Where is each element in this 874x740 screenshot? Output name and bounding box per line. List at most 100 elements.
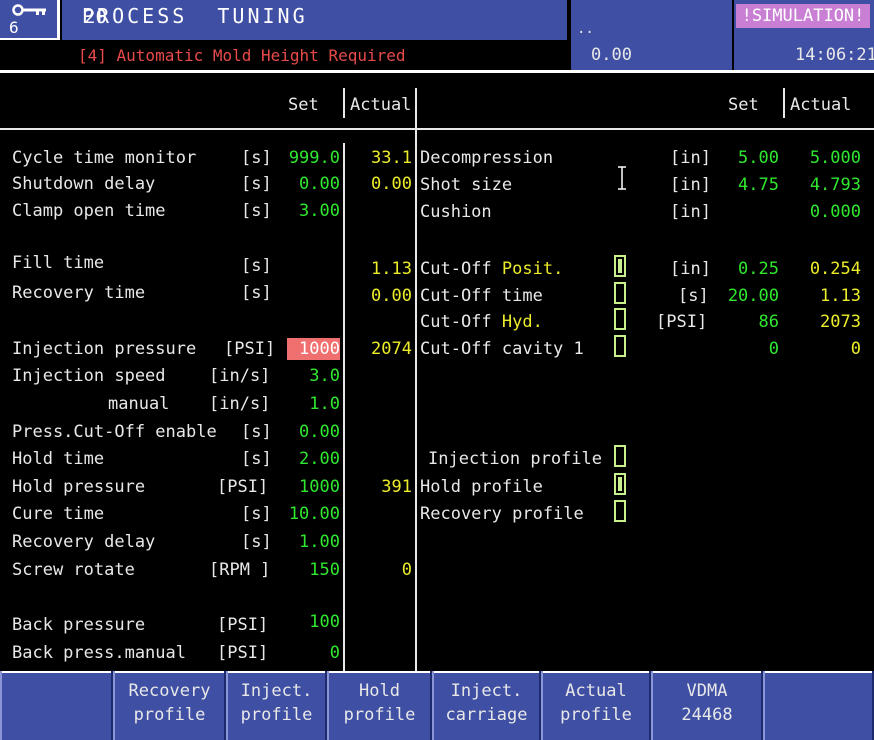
param-set-value[interactable]: 150 xyxy=(309,562,340,579)
header-divider xyxy=(0,70,874,73)
param-set-value[interactable]: 0.25 xyxy=(738,261,779,278)
param-label: Press.Cut-Off enable xyxy=(12,422,217,442)
divider xyxy=(343,143,345,671)
cutoff-posit-checkbox[interactable] xyxy=(614,255,626,277)
param-set-value[interactable]: 100 xyxy=(309,614,340,631)
param-unit: [s] xyxy=(241,256,272,276)
left-actual-header: Actual xyxy=(350,95,412,115)
param-label: Shot size xyxy=(420,175,513,195)
button-line1: Recovery xyxy=(128,681,211,701)
param-unit: [in] xyxy=(670,175,711,195)
param-unit: [PSI] xyxy=(217,477,269,497)
softkey-blank-left[interactable] xyxy=(0,671,113,740)
param-unit: [s] xyxy=(241,201,272,221)
param-label: Recovery time xyxy=(12,283,146,303)
param-set-value[interactable]: 10.00 xyxy=(289,506,340,523)
param-set-value[interactable]: 0.00 xyxy=(299,424,340,441)
param-set-value[interactable]: 0 xyxy=(769,341,779,358)
param-label: manual xyxy=(108,394,170,414)
param-actual-value: 391 xyxy=(381,477,412,497)
status-dots: .. xyxy=(577,21,594,37)
param-set-value[interactable]: 1.00 xyxy=(299,534,340,551)
param-label-text: Cut-Off xyxy=(420,259,502,279)
param-set-value[interactable]: 4.75 xyxy=(738,177,779,194)
param-set-value[interactable]: 5.00 xyxy=(738,150,779,167)
param-actual-value: 2074 xyxy=(371,339,412,359)
param-actual-value: 33.1 xyxy=(371,148,412,168)
param-unit: [s] xyxy=(241,283,272,303)
param-unit: [s] xyxy=(241,504,272,524)
param-unit: [in/s] xyxy=(209,394,271,414)
param-unit: [in] xyxy=(670,202,711,222)
param-label: Hold time xyxy=(12,449,105,469)
vdma-24468-button[interactable]: VDMA 24468 xyxy=(651,671,763,740)
hold-profile-checkbox[interactable] xyxy=(614,473,626,495)
param-set-value[interactable]: 20.00 xyxy=(728,288,779,305)
param-label: Shutdown delay xyxy=(12,174,156,194)
param-actual-value: 0.254 xyxy=(809,259,861,279)
recovery-profile-checkbox[interactable] xyxy=(614,500,626,522)
cutoff-time-checkbox[interactable] xyxy=(614,282,626,304)
clock: 14:06:21 xyxy=(795,45,874,65)
param-label: Cut-Off Posit. xyxy=(420,261,563,278)
inject-carriage-button[interactable]: Inject. carriage xyxy=(432,671,541,740)
button-line2: profile xyxy=(133,705,206,725)
param-label: Cure time xyxy=(12,504,105,524)
param-actual-value: 0 xyxy=(401,560,412,580)
param-set-value[interactable]: 3.00 xyxy=(299,203,340,220)
param-label: Cushion xyxy=(420,202,492,222)
cutoff-hyd-checkbox[interactable] xyxy=(614,308,626,330)
param-actual-value: 0.00 xyxy=(371,174,412,194)
right-actual-header: Actual xyxy=(790,95,852,115)
param-label: Screw rotate xyxy=(12,560,135,580)
param-label: Fill time xyxy=(12,253,105,273)
param-unit: [in] xyxy=(670,148,711,168)
param-set-value[interactable]: 0 xyxy=(330,645,340,662)
status-panel: .. 0.00 xyxy=(569,0,732,70)
param-unit: [s] xyxy=(241,174,272,194)
param-actual-value: 2073 xyxy=(820,312,861,332)
hold-profile-button[interactable]: Hold profile xyxy=(327,671,432,740)
param-unit: [PSI] xyxy=(224,339,276,359)
param-unit: [RPM ] xyxy=(209,560,271,580)
param-unit: [s] xyxy=(678,286,709,306)
param-set-value[interactable]: 3.0 xyxy=(309,368,340,385)
param-label: Back pressure xyxy=(12,615,146,635)
param-actual-value: 0.00 xyxy=(371,286,412,306)
left-set-header: Set xyxy=(288,95,319,115)
inject-profile-button[interactable]: Inject. profile xyxy=(226,671,327,740)
divider xyxy=(783,88,785,118)
actual-profile-button[interactable]: Actual profile xyxy=(541,671,651,740)
param-unit: [s] xyxy=(241,532,272,552)
param-actual-value: 1.13 xyxy=(820,286,861,306)
param-unit: [in/s] xyxy=(209,366,271,386)
param-unit: [PSI] xyxy=(217,643,269,663)
param-unit: [s] xyxy=(241,449,272,469)
status-value: 0.00 xyxy=(591,45,632,65)
param-set-value[interactable]: 999.0 xyxy=(289,150,340,167)
param-label: Back press.manual xyxy=(12,643,186,663)
param-set-value[interactable]: 2.00 xyxy=(299,451,340,468)
cutoff-cavity-checkbox[interactable] xyxy=(614,335,626,357)
param-label: Decompression xyxy=(420,148,554,168)
button-line1: Inject. xyxy=(450,681,523,701)
divider xyxy=(343,88,345,118)
injection-profile-checkbox[interactable] xyxy=(614,445,626,467)
param-unit: [PSI] xyxy=(217,615,269,635)
param-label: Hold pressure xyxy=(12,477,146,497)
softkey-blank-right[interactable] xyxy=(763,671,874,740)
button-line2: carriage xyxy=(445,705,528,725)
recovery-profile-button[interactable]: Recovery profile xyxy=(113,671,226,740)
param-set-value[interactable]: 0.00 xyxy=(299,176,340,193)
alarm-bar[interactable]: [4] Automatic Mold Height Required xyxy=(76,44,569,68)
simulation-badge: !SIMULATION! xyxy=(736,4,870,28)
param-label-text: Cut-Off xyxy=(420,312,502,332)
param-label-highlight: Posit. xyxy=(501,259,564,279)
param-set-value[interactable]: 86 xyxy=(759,314,779,331)
param-set-value[interactable]: 1000 xyxy=(299,479,340,496)
param-set-value[interactable]: 1.0 xyxy=(309,396,340,413)
param-label: Recovery delay xyxy=(12,532,156,552)
injection-pressure-set-input[interactable]: 1000 xyxy=(287,338,340,360)
text-cursor-icon xyxy=(618,166,626,190)
param-actual-value: 0.000 xyxy=(809,202,861,222)
